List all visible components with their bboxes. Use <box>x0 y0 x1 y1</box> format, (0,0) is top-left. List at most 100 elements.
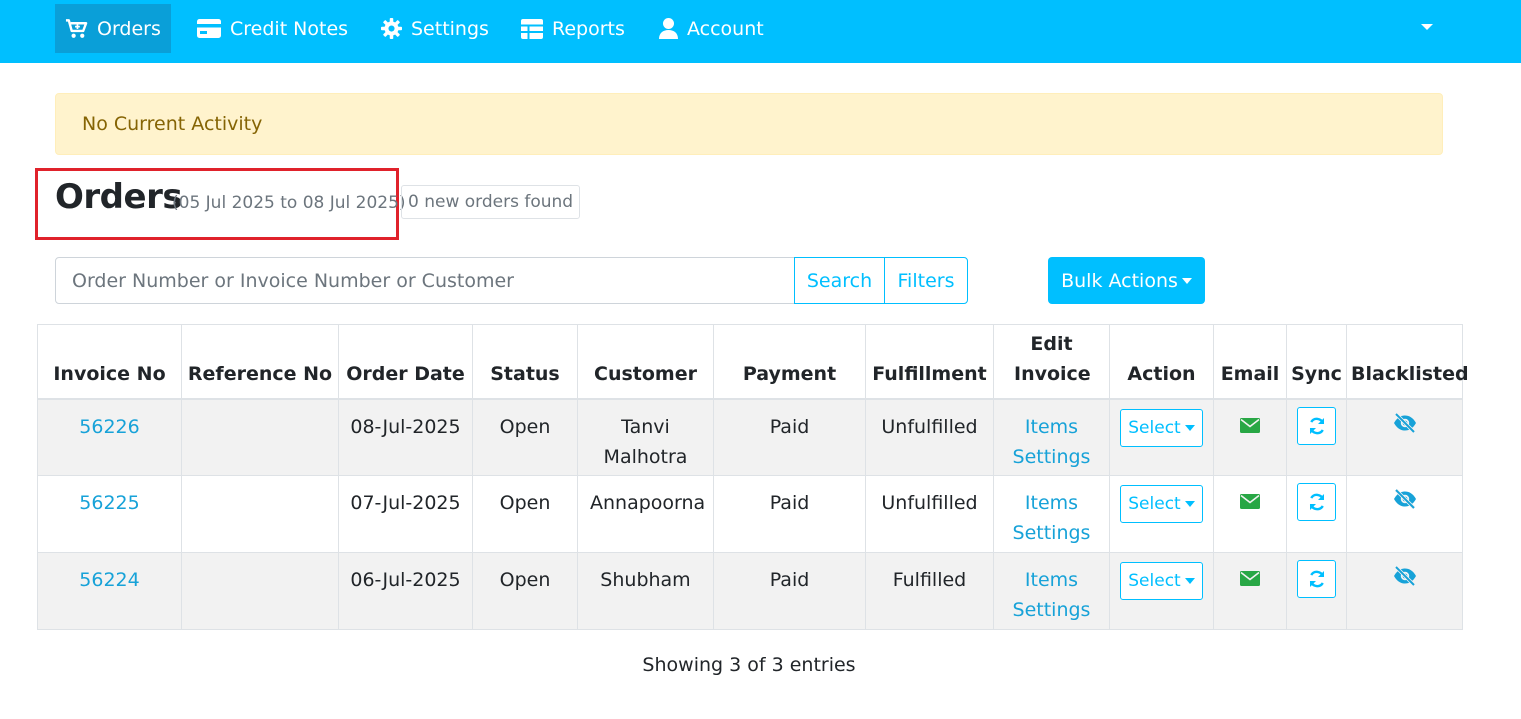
search-input[interactable] <box>55 257 795 304</box>
nav-item-credit-notes[interactable]: Credit Notes <box>197 4 348 53</box>
bulk-actions-label: Bulk Actions <box>1061 269 1178 292</box>
header-payment[interactable]: Payment <box>713 324 866 400</box>
edit-items-link[interactable]: Items <box>994 565 1109 595</box>
gear-icon <box>381 18 402 39</box>
email-icon[interactable] <box>1240 488 1260 518</box>
header-email[interactable]: Email <box>1213 324 1287 400</box>
filters-button-label: Filters <box>897 269 955 292</box>
nav-label-credit-notes: Credit Notes <box>230 17 349 40</box>
cell-blacklisted <box>1346 398 1463 476</box>
cell-order-date: 07-Jul-2025 <box>338 475 473 553</box>
edit-settings-link[interactable]: Settings <box>994 595 1109 625</box>
header-customer[interactable]: Customer <box>577 324 714 400</box>
edit-items-link[interactable]: Items <box>994 412 1109 442</box>
header-fulfillment[interactable]: Fulfillment <box>865 324 994 400</box>
new-orders-text: 0 new orders found <box>408 192 574 212</box>
cell-email <box>1213 475 1287 553</box>
cell-customer: Shubham <box>577 552 714 630</box>
nav-item-reports[interactable]: Reports <box>521 4 625 53</box>
header-action[interactable]: Action <box>1109 324 1214 400</box>
sync-button[interactable] <box>1297 406 1336 445</box>
action-select-button[interactable]: Select <box>1120 562 1203 600</box>
cell-edit-invoice: Items Settings <box>993 398 1110 476</box>
cell-sync <box>1286 398 1347 476</box>
invoice-link[interactable]: 56226 <box>79 416 139 438</box>
cell-payment: Paid <box>713 475 866 553</box>
sync-button[interactable] <box>1297 560 1336 598</box>
header-order-date[interactable]: Order Date <box>338 324 473 400</box>
cell-status: Open <box>472 552 578 630</box>
page-title: Orders <box>55 177 183 217</box>
credit-card-icon <box>197 19 221 38</box>
edit-settings-link[interactable]: Settings <box>994 442 1109 472</box>
refresh-icon <box>1309 493 1324 511</box>
caret-down-icon <box>1184 501 1195 507</box>
cell-status: Open <box>472 475 578 553</box>
nav-label-orders: Orders <box>97 17 161 40</box>
cell-fulfillment: Unfulfilled <box>865 475 994 553</box>
cell-action: Select <box>1109 475 1214 553</box>
cell-payment: Paid <box>713 398 866 476</box>
header-invoice-no[interactable]: Invoice No <box>37 324 182 400</box>
action-select-button[interactable]: Select <box>1120 408 1203 447</box>
cell-edit-invoice: Items Settings <box>993 475 1110 553</box>
cell-customer: Annapoorna <box>577 475 714 553</box>
search-button[interactable]: Search <box>794 257 885 304</box>
nav-item-settings[interactable]: Settings <box>381 4 489 53</box>
email-icon[interactable] <box>1240 565 1260 595</box>
edit-settings-link[interactable]: Settings <box>994 518 1109 548</box>
cell-fulfillment: Fulfilled <box>865 552 994 630</box>
table-icon <box>521 18 543 39</box>
nav-label-settings: Settings <box>411 17 489 40</box>
email-icon[interactable] <box>1240 412 1260 442</box>
bulk-actions-button[interactable]: Bulk Actions <box>1048 257 1205 304</box>
header-edit-invoice[interactable]: Edit Invoice <box>993 324 1110 400</box>
nav-item-orders[interactable]: Orders <box>55 4 171 53</box>
activity-alert: No Current Activity <box>55 93 1443 155</box>
cell-blacklisted <box>1346 552 1463 630</box>
top-navbar: Orders Credit Notes Settings Reports Acc… <box>0 0 1521 63</box>
invoice-link[interactable]: 56224 <box>79 569 139 591</box>
cell-reference <box>181 475 339 553</box>
action-select-button[interactable]: Select <box>1120 485 1203 523</box>
nav-item-account[interactable]: Account <box>659 4 764 53</box>
cell-email <box>1213 398 1287 476</box>
caret-down-icon <box>1184 424 1195 431</box>
header-reference-no[interactable]: Reference No <box>181 324 339 400</box>
cell-edit-invoice: Items Settings <box>993 552 1110 630</box>
edit-items-link[interactable]: Items <box>994 488 1109 518</box>
nav-label-reports: Reports <box>552 17 625 40</box>
table-row: 56226 08-Jul-2025 Open Tanvi Malhotra Paid Un… <box>37 398 1463 476</box>
filters-button[interactable]: Filters <box>884 257 968 304</box>
table-row: 56225 07-Jul-2025 Open Annapoorna Paid Unfulf… <box>37 475 1463 553</box>
alert-text: No Current Activity <box>82 113 263 135</box>
table-row: 56224 06-Jul-2025 Open Shubham Paid Fulfilled… <box>37 552 1463 630</box>
action-select-label: Select <box>1128 571 1181 591</box>
eye-slash-icon[interactable] <box>1393 412 1417 442</box>
cell-status: Open <box>472 398 578 476</box>
refresh-icon <box>1309 570 1324 588</box>
entries-info: Showing 3 of 3 entries <box>642 654 856 676</box>
date-range: (05 Jul 2025 to 08 Jul 2025) <box>172 193 406 213</box>
cell-action: Select <box>1109 552 1214 630</box>
cell-invoice: 56225 <box>37 475 182 553</box>
sync-button[interactable] <box>1297 483 1336 521</box>
cell-payment: Paid <box>713 552 866 630</box>
new-orders-badge: 0 new orders found <box>401 185 581 219</box>
user-icon <box>659 18 678 39</box>
header-status[interactable]: Status <box>472 324 578 400</box>
eye-slash-icon[interactable] <box>1393 565 1417 595</box>
cell-invoice: 56224 <box>37 552 182 630</box>
search-button-label: Search <box>806 269 873 292</box>
cell-order-date: 06-Jul-2025 <box>338 552 473 630</box>
header-sync[interactable]: Sync <box>1286 324 1347 400</box>
action-select-label: Select <box>1128 417 1181 438</box>
chevron-down-icon[interactable] <box>1420 20 1434 34</box>
eye-slash-icon[interactable] <box>1393 488 1417 518</box>
cell-email <box>1213 552 1287 630</box>
refresh-icon <box>1309 417 1324 434</box>
header-blacklisted[interactable]: Blacklisted <box>1346 324 1469 400</box>
cell-reference <box>181 398 339 476</box>
cell-order-date: 08-Jul-2025 <box>338 398 473 476</box>
invoice-link[interactable]: 56225 <box>79 492 139 514</box>
